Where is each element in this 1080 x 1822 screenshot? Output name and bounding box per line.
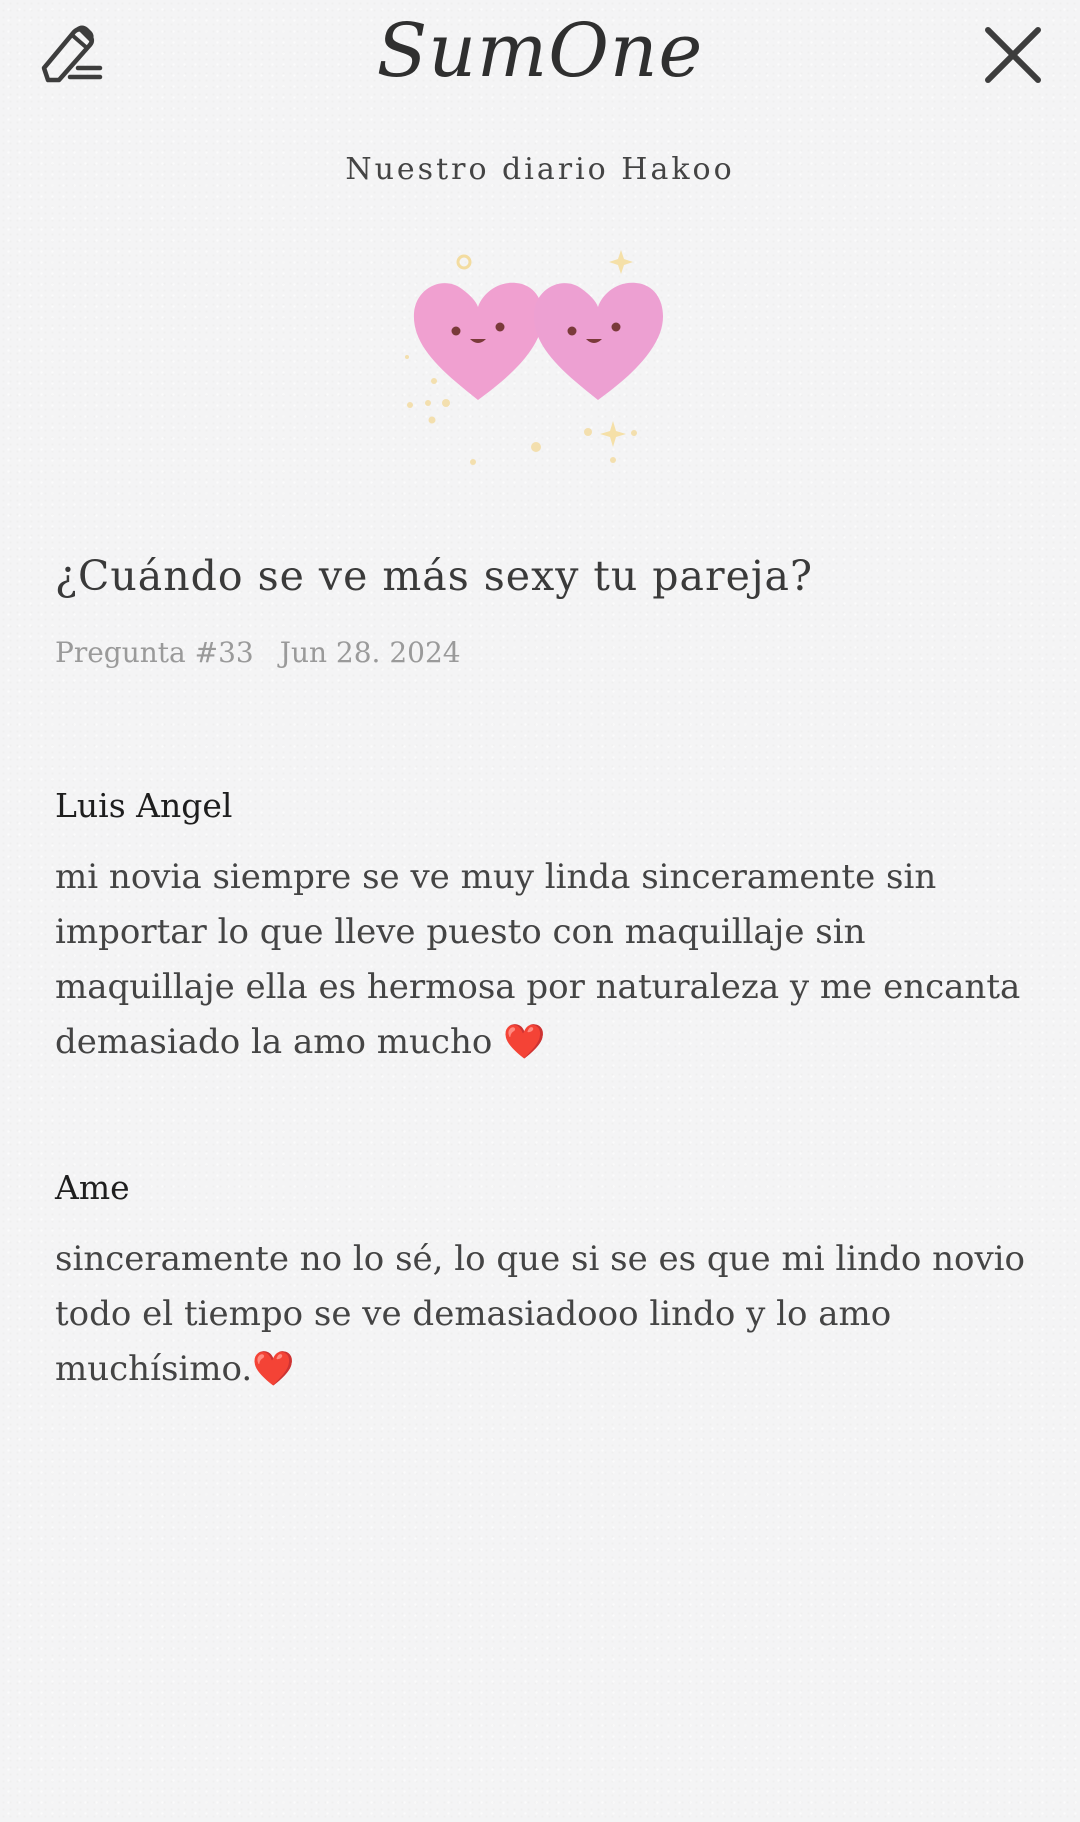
close-icon: [985, 27, 1041, 83]
question-date: Jun 28. 2024: [279, 636, 461, 669]
question-text: ¿Cuándo se ve más sexy tu pareja?: [55, 552, 813, 600]
answer-author: Luis Angel: [55, 786, 233, 825]
two-hearts-illustration: [400, 245, 680, 475]
answer-author: Ame: [55, 1168, 130, 1207]
answer-text: sinceramente no lo sé, lo que si se es q…: [55, 1239, 1026, 1389]
sparkle-star: [600, 421, 626, 447]
top-bar: SumOne: [0, 0, 1080, 120]
question-meta: Pregunta #33 Jun 28. 2024: [55, 636, 461, 669]
answer-text: mi novia siempre se ve muy linda sincera…: [55, 857, 1021, 1062]
sparkle-dot: [456, 254, 472, 270]
question-number: Pregunta #33: [55, 636, 254, 669]
app-logo: SumOne: [376, 8, 704, 94]
diary-title: Nuestro diario Hakoo: [345, 152, 735, 187]
close-button[interactable]: [980, 22, 1046, 88]
sparkle-star: [609, 250, 633, 274]
